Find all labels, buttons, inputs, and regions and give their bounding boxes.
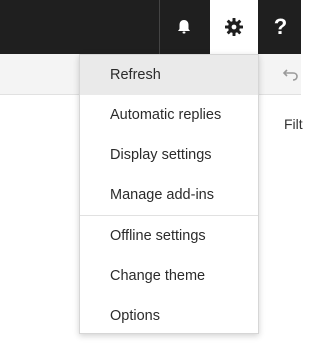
settings-button[interactable] [210,0,258,54]
help-button[interactable]: ? [260,0,301,54]
menu-item-offline-settings[interactable]: Offline settings [80,216,258,256]
notifications-button[interactable] [160,0,208,54]
menu-item-refresh[interactable]: Refresh [80,55,258,95]
undo-icon[interactable] [282,64,300,82]
gear-icon [225,18,243,36]
menu-item-change-theme[interactable]: Change theme [80,256,258,296]
menu-item-display-settings[interactable]: Display settings [80,135,258,175]
menu-item-automatic-replies[interactable]: Automatic replies [80,95,258,135]
filter-label[interactable]: Filt [284,116,303,132]
menu-item-options[interactable]: Options [80,296,258,336]
top-nav-bar: ? [0,0,301,54]
help-icon: ? [273,14,288,39]
menu-item-manage-add-ins[interactable]: Manage add-ins [80,175,258,215]
settings-dropdown-menu: Refresh Automatic replies Display settin… [79,54,259,334]
bell-icon [178,20,190,34]
